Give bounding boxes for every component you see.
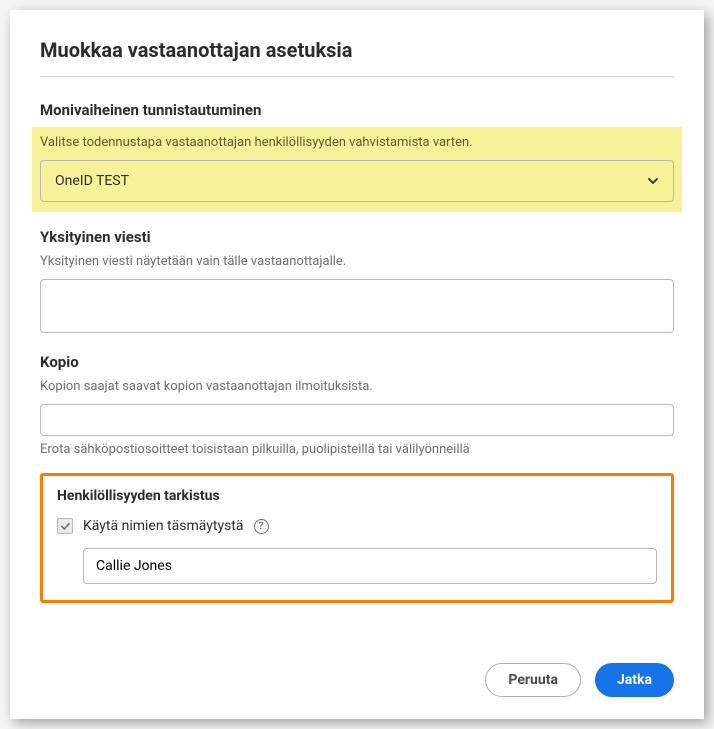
- mfa-select-wrap: OneID TEST: [40, 160, 674, 202]
- copy-block: Kopio Kopion saajat saavat kopion vastaa…: [40, 353, 674, 457]
- identity-check-box: Henkilöllisyyden tarkistus Käytä nimien …: [40, 473, 674, 603]
- name-match-input[interactable]: [83, 548, 657, 584]
- identity-heading: Henkilöllisyyden tarkistus: [57, 488, 657, 504]
- mfa-highlight: Valitse todennustapa vastaanottajan henk…: [32, 127, 682, 212]
- copy-hint: Kopion saajat saavat kopion vastaanottaj…: [40, 379, 674, 394]
- name-match-label: Käytä nimien täsmäytystä: [83, 518, 244, 534]
- private-message-heading: Yksityinen viesti: [40, 228, 674, 246]
- info-icon[interactable]: ?: [254, 519, 269, 534]
- copy-hint-below: Erota sähköpostiosoitteet toisistaan pil…: [40, 442, 674, 457]
- mfa-select[interactable]: OneID TEST: [40, 160, 674, 202]
- mfa-selected-value: OneID TEST: [55, 173, 129, 189]
- private-message-hint: Yksityinen viesti näytetään vain tälle v…: [40, 254, 674, 269]
- dialog-title: Muokkaa vastaanottajan asetuksia: [40, 38, 674, 77]
- private-message-input[interactable]: [40, 279, 674, 333]
- continue-button[interactable]: Jatka: [595, 663, 674, 697]
- mfa-hint: Valitse todennustapa vastaanottajan henk…: [40, 135, 674, 150]
- recipient-settings-dialog: Muokkaa vastaanottajan asetuksia Monivai…: [10, 10, 704, 719]
- name-match-checkbox[interactable]: [57, 518, 73, 534]
- copy-input[interactable]: [40, 404, 674, 436]
- name-match-row: Käytä nimien täsmäytystä ?: [57, 518, 657, 534]
- mfa-heading: Monivaiheinen tunnistautuminen: [40, 101, 674, 119]
- copy-heading: Kopio: [40, 353, 674, 371]
- cancel-button[interactable]: Peruuta: [485, 663, 581, 697]
- private-message-block: Yksityinen viesti Yksityinen viesti näyt…: [40, 228, 674, 337]
- button-row: Peruuta Jatka: [40, 663, 674, 697]
